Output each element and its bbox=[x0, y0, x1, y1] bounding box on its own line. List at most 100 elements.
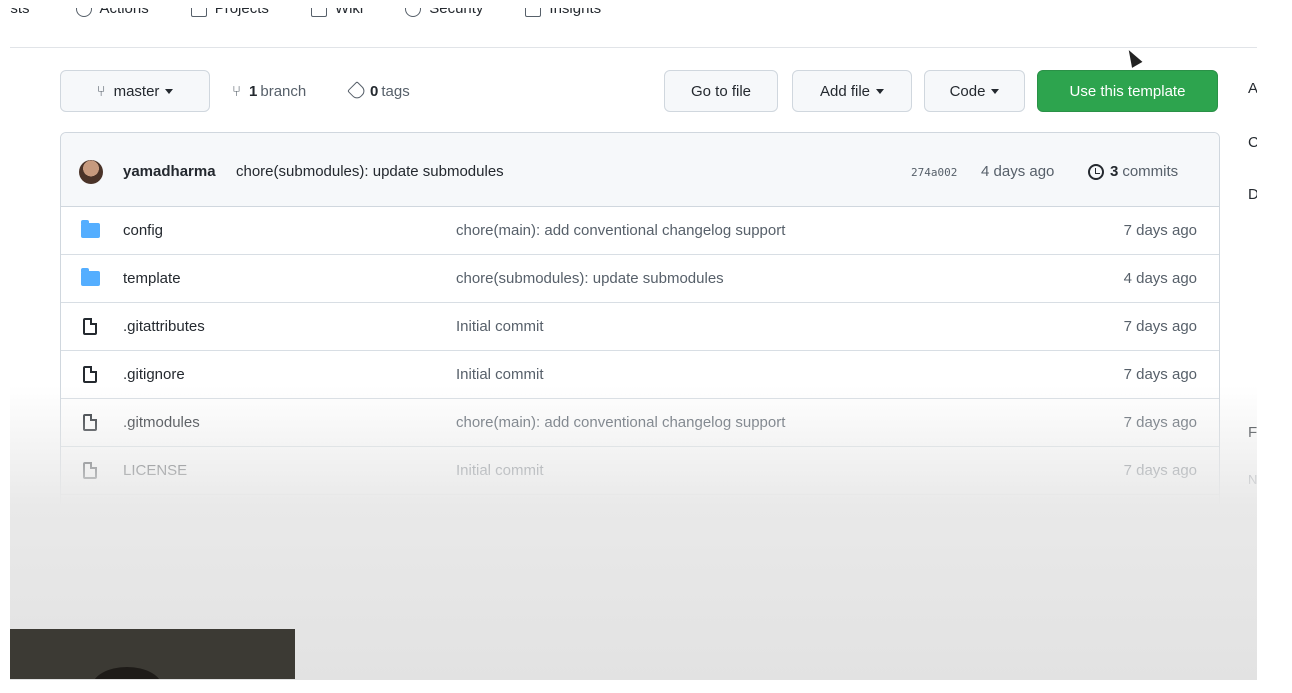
webcam-overlay bbox=[10, 629, 295, 679]
file-icon bbox=[81, 510, 97, 527]
file-commit-message[interactable]: Initial commit bbox=[456, 606, 544, 623]
file-icon bbox=[81, 414, 97, 431]
commit-sha[interactable]: 274a002 bbox=[911, 166, 957, 179]
projects-icon bbox=[190, 8, 207, 17]
latest-commit: yamadharma chore(submodules): update sub… bbox=[61, 133, 1219, 207]
sidebar-languages-heading: L bbox=[1248, 562, 1257, 579]
file-commit-message[interactable]: chore(main): add conventional changelog … bbox=[456, 510, 785, 527]
file-age: 7 days ago bbox=[1123, 462, 1197, 479]
commit-word: commits bbox=[1122, 163, 1179, 180]
file-age: 7 days ago bbox=[1123, 654, 1197, 671]
file-name-link[interactable]: .gitignore bbox=[123, 366, 185, 383]
file-name-link[interactable]: .gitmodules bbox=[123, 414, 200, 431]
tab-wiki[interactable]: Wiki bbox=[310, 8, 364, 17]
table-row: .gitattributes Initial commit 7 days ago bbox=[61, 303, 1219, 351]
sidebar-text: C bbox=[1248, 134, 1257, 151]
commit-time: 4 days ago bbox=[981, 163, 1055, 180]
file-age: 7 days ago bbox=[1123, 606, 1197, 623]
actions-icon bbox=[75, 8, 92, 17]
branches-link[interactable]: ⑂ 1 branch bbox=[232, 70, 306, 112]
tab-label: Wiki bbox=[334, 8, 364, 17]
tab-label: Security bbox=[429, 8, 484, 17]
file-commit-message[interactable]: chore(main): add conventional changelog … bbox=[456, 222, 785, 239]
tag-count: 0 bbox=[370, 82, 379, 100]
use-template-label: Use this template bbox=[1069, 82, 1186, 100]
sidebar-text: D bbox=[1248, 186, 1257, 203]
table-row: LICENSE Initial commit 7 days ago bbox=[61, 447, 1219, 495]
sidebar-text: N bbox=[1248, 472, 1257, 487]
tab-security[interactable]: Security bbox=[405, 8, 483, 17]
tab-label: Actions bbox=[99, 8, 149, 17]
branch-count: 1 bbox=[249, 82, 258, 100]
file-name-link[interactable]: LICENSE bbox=[123, 462, 187, 479]
tab-insights[interactable]: Insights bbox=[525, 8, 601, 17]
git-branch-icon: ⑂ bbox=[232, 82, 242, 100]
commits-link[interactable]: 3 commits bbox=[1088, 163, 1178, 180]
file-icon bbox=[81, 318, 97, 335]
tab-actions[interactable]: Actions bbox=[75, 8, 149, 17]
folder-icon bbox=[81, 268, 100, 286]
file-name-link[interactable]: template bbox=[123, 270, 181, 287]
file-name-link[interactable]: .gitattributes bbox=[123, 318, 205, 335]
file-commit-message[interactable]: chore(main): add conventional changelog … bbox=[456, 414, 785, 431]
file-age: 7 days ago bbox=[1123, 414, 1197, 431]
go-to-file-label: Go to file bbox=[690, 82, 752, 100]
tag-word: tags bbox=[381, 82, 410, 100]
table-row: README.en.md chore(submodules): update s… bbox=[61, 543, 1219, 591]
file-age: 7 days ago bbox=[1123, 366, 1197, 383]
commit-message[interactable]: chore(submodules): update submodules bbox=[236, 163, 504, 180]
tab-label: Insights bbox=[549, 8, 602, 17]
file-icon bbox=[81, 366, 97, 383]
file-name-link[interactable]: config bbox=[123, 222, 163, 239]
shield-icon bbox=[405, 8, 422, 17]
file-name-link[interactable]: README.git-flow.md bbox=[123, 606, 263, 623]
table-row: .gitmodules chore(main): add conventiona… bbox=[61, 399, 1219, 447]
file-name-link[interactable]: Makefile bbox=[123, 510, 179, 527]
repo-nav: ests Actions Projects Wiki Security Insi… bbox=[10, 8, 1257, 48]
file-commit-message[interactable]: Initial commit bbox=[456, 366, 544, 383]
file-commit-message[interactable]: chore(submodules): update submodules bbox=[456, 558, 724, 575]
table-row: Makefile chore(main): add conventional c… bbox=[61, 495, 1219, 543]
branch-name: master bbox=[113, 82, 160, 100]
folder-icon bbox=[81, 220, 100, 238]
commit-author[interactable]: yamadharma bbox=[123, 163, 216, 180]
caret-down-icon bbox=[991, 88, 1000, 94]
file-age: 7 days ago bbox=[1123, 318, 1197, 335]
go-to-file-button[interactable]: Go to file bbox=[664, 70, 778, 112]
add-file-button[interactable]: Add file bbox=[792, 70, 912, 112]
mouse-cursor-icon bbox=[1123, 47, 1143, 68]
tag-icon bbox=[347, 81, 367, 101]
code-label: Code bbox=[949, 82, 986, 100]
tab-label: ests bbox=[10, 8, 30, 17]
file-commit-message[interactable]: chore(main): add conventional changelog … bbox=[456, 654, 785, 671]
sidebar-releases-heading: F bbox=[1248, 424, 1257, 441]
use-template-button[interactable]: Use this template bbox=[1037, 70, 1218, 112]
caret-down-icon bbox=[876, 88, 885, 94]
table-row: config chore(main): add conventional cha… bbox=[61, 207, 1219, 255]
browser-viewport: ests Actions Projects Wiki Security Insi… bbox=[10, 8, 1257, 680]
file-table: yamadharma chore(submodules): update sub… bbox=[60, 132, 1220, 680]
file-age: 4 days ago bbox=[1123, 558, 1197, 575]
language-dot bbox=[1250, 604, 1257, 611]
file-icon bbox=[81, 558, 97, 575]
file-commit-message[interactable]: Initial commit bbox=[456, 318, 544, 335]
file-icon bbox=[81, 462, 97, 479]
avatar[interactable] bbox=[79, 160, 103, 184]
table-row: template chore(submodules): update submo… bbox=[61, 255, 1219, 303]
file-commit-message[interactable]: chore(submodules): update submodules bbox=[456, 270, 724, 287]
tags-link[interactable]: 0 tags bbox=[347, 70, 410, 112]
commit-count: 3 bbox=[1110, 163, 1119, 180]
file-icon bbox=[81, 606, 97, 623]
code-button[interactable]: Code bbox=[924, 70, 1025, 112]
file-age: 4 days ago bbox=[1123, 270, 1197, 287]
file-name-link[interactable]: README.en.md bbox=[123, 558, 233, 575]
file-age: 7 days ago bbox=[1123, 510, 1197, 527]
sidebar-about-heading: A bbox=[1248, 80, 1257, 97]
history-icon bbox=[1088, 163, 1104, 180]
tab-pull-requests[interactable]: ests bbox=[10, 8, 30, 17]
table-row: .gitignore Initial commit 7 days ago bbox=[61, 351, 1219, 399]
tab-projects[interactable]: Projects bbox=[190, 8, 269, 17]
file-commit-message[interactable]: Initial commit bbox=[456, 462, 544, 479]
add-file-label: Add file bbox=[819, 82, 871, 100]
branch-select-button[interactable]: ⑂ master bbox=[60, 70, 210, 112]
